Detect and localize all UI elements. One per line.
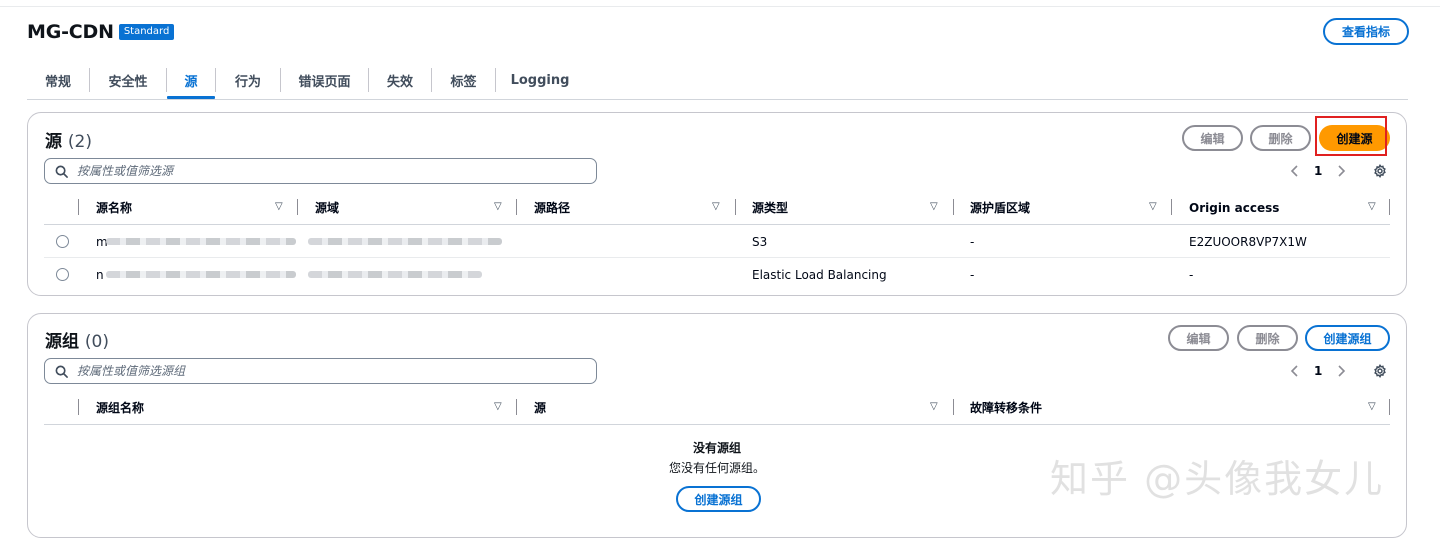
delete-origin-group-button[interactable]: 删除: [1237, 325, 1298, 351]
sort-caret-icon[interactable]: ▽: [1149, 201, 1157, 212]
column-separator: [78, 399, 79, 415]
origin-groups-search-input[interactable]: [75, 363, 579, 379]
column-origin-access[interactable]: Origin access: [1189, 191, 1279, 224]
column-separator: [735, 199, 736, 215]
column-separator: [78, 199, 79, 215]
origin-groups-search[interactable]: [44, 358, 597, 384]
row-radio[interactable]: [56, 235, 69, 248]
tab-error-pages[interactable]: 错误页面: [281, 62, 368, 98]
tab-bar: 常规 安全性 源 行为 错误页面 失效 标签 Logging: [27, 62, 1408, 100]
column-separator: [1171, 199, 1172, 215]
sort-caret-icon[interactable]: ▽: [930, 201, 938, 212]
origin-groups-page-number[interactable]: 1: [1314, 364, 1322, 378]
column-failover-criteria[interactable]: 故障转移条件: [970, 391, 1042, 424]
gear-icon[interactable]: [1372, 163, 1388, 179]
column-group-origins[interactable]: 源: [534, 391, 546, 424]
edit-origin-button[interactable]: 编辑: [1182, 125, 1243, 151]
tab-origins[interactable]: 源: [167, 62, 215, 99]
column-origin-type[interactable]: 源类型: [752, 191, 788, 224]
page-title: MG-CDN: [27, 21, 114, 43]
origins-title: 源: [45, 132, 62, 152]
origin-groups-pagination: 1: [1290, 363, 1388, 379]
origin-groups-count: (0): [84, 332, 110, 352]
column-separator: [297, 199, 298, 215]
delete-origin-button[interactable]: 删除: [1250, 125, 1311, 151]
tab-general[interactable]: 常规: [27, 62, 89, 98]
edit-origin-group-button[interactable]: 编辑: [1168, 325, 1229, 351]
sort-caret-icon[interactable]: ▽: [494, 201, 502, 212]
view-metrics-button[interactable]: 查看指标: [1323, 18, 1409, 45]
top-divider: [0, 6, 1440, 7]
sort-caret-icon[interactable]: ▽: [494, 401, 502, 412]
origins-page-number[interactable]: 1: [1314, 164, 1322, 178]
page-header: MG-CDN Standard: [27, 20, 175, 44]
column-group-name[interactable]: 源组名称: [96, 391, 144, 424]
watermark: 知乎 @头像我女儿: [1050, 457, 1385, 501]
redacted-text: [106, 271, 296, 278]
empty-create-origin-group-button[interactable]: 创建源组: [676, 486, 761, 512]
cell-origin-type: Elastic Load Balancing: [752, 267, 887, 282]
tab-logging[interactable]: Logging: [496, 62, 584, 98]
redacted-text: [308, 238, 502, 245]
cell-origin-access: E2ZUOOR8VP7X1W: [1189, 234, 1307, 249]
column-origin-domain[interactable]: 源域: [315, 191, 339, 224]
cell-origin-access: -: [1189, 267, 1194, 282]
origin-groups-table-header: 源组名称 ▽ 源 ▽ 故障转移条件 ▽: [44, 391, 1390, 425]
create-origin-group-button[interactable]: 创建源组: [1305, 325, 1390, 351]
origins-search[interactable]: [44, 158, 597, 184]
column-separator: [953, 199, 954, 215]
search-icon: [55, 365, 68, 378]
table-row[interactable]: m S3 - E2ZUOOR8VP7X1W: [44, 225, 1390, 258]
tab-tags[interactable]: 标签: [432, 62, 495, 98]
column-separator: [953, 399, 954, 415]
column-shield-region[interactable]: 源护盾区域: [970, 191, 1030, 224]
column-separator: [516, 399, 517, 415]
redacted-text: [308, 271, 482, 278]
column-separator: [1389, 199, 1390, 215]
redacted-text: [106, 238, 296, 245]
chevron-right-icon[interactable]: [1336, 364, 1346, 378]
sort-caret-icon[interactable]: ▽: [275, 201, 283, 212]
chevron-right-icon[interactable]: [1336, 164, 1346, 178]
origin-groups-title: 源组: [45, 332, 79, 352]
sort-caret-icon[interactable]: ▽: [712, 201, 720, 212]
origins-search-input[interactable]: [75, 163, 579, 179]
origins-panel: 源 (2) 编辑 删除 创建源 1 源名称 ▽ 源域 ▽ 源路径 ▽ 源类型 ▽: [27, 112, 1407, 296]
row-radio[interactable]: [56, 268, 69, 281]
origins-pagination: 1: [1290, 163, 1388, 179]
highlight-box: [1315, 116, 1387, 156]
sort-caret-icon[interactable]: ▽: [1368, 401, 1376, 412]
chevron-left-icon[interactable]: [1290, 364, 1300, 378]
tab-security[interactable]: 安全性: [90, 62, 166, 98]
tab-invalidations[interactable]: 失效: [369, 62, 431, 98]
sort-caret-icon[interactable]: ▽: [930, 401, 938, 412]
column-separator: [1389, 399, 1390, 415]
origin-groups-heading: 源组 (0): [45, 327, 109, 352]
cell-origin-name: n: [96, 267, 104, 282]
column-origin-name[interactable]: 源名称: [96, 191, 132, 224]
gear-icon[interactable]: [1372, 363, 1388, 379]
cell-shield-region: -: [970, 267, 975, 282]
column-separator: [516, 199, 517, 215]
table-row[interactable]: n Elastic Load Balancing - -: [44, 258, 1390, 291]
origins-count: (2): [67, 132, 93, 152]
column-origin-path[interactable]: 源路径: [534, 191, 570, 224]
tier-badge: Standard: [118, 24, 175, 40]
tab-behaviors[interactable]: 行为: [216, 62, 280, 98]
sort-caret-icon[interactable]: ▽: [1368, 201, 1376, 212]
cell-shield-region: -: [970, 234, 975, 249]
search-icon: [55, 165, 68, 178]
chevron-left-icon[interactable]: [1290, 164, 1300, 178]
origins-heading: 源 (2): [45, 127, 92, 152]
cell-origin-type: S3: [752, 234, 768, 249]
origin-groups-panel: 源组 (0) 编辑 删除 创建源组 1 源组名称 ▽ 源 ▽ 故障转移条件 ▽ …: [27, 313, 1407, 538]
origins-table-header: 源名称 ▽ 源域 ▽ 源路径 ▽ 源类型 ▽ 源护盾区域 ▽ Origin ac…: [44, 191, 1390, 225]
